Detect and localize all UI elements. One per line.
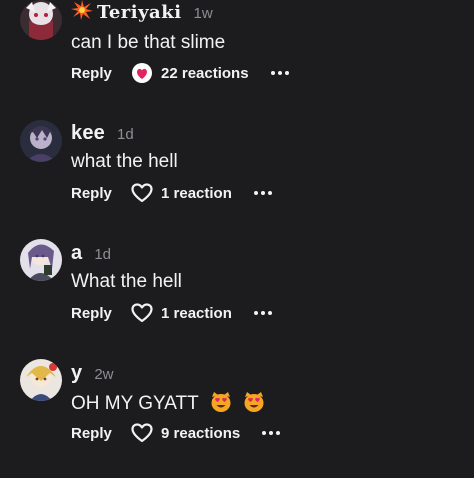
username[interactable]: kee bbox=[71, 122, 105, 145]
username[interactable]: a bbox=[71, 242, 82, 265]
more-icon[interactable] bbox=[262, 431, 281, 435]
reply-button[interactable]: Reply bbox=[71, 185, 131, 202]
avatar[interactable] bbox=[20, 239, 62, 281]
reactions-count[interactable]: 1 reaction bbox=[161, 305, 232, 322]
sparkle-icon bbox=[71, 0, 93, 25]
more-icon[interactable] bbox=[253, 311, 272, 315]
comment-text: What the hell bbox=[71, 271, 182, 292]
username[interactable]: Teriyaki bbox=[71, 0, 182, 25]
avatar[interactable] bbox=[20, 0, 62, 40]
timestamp: 2w bbox=[94, 366, 114, 383]
heart-eyes-cat-emoji bbox=[243, 391, 265, 413]
comment-actions: Reply 22 reactions bbox=[71, 62, 289, 84]
comment-text: what the hell bbox=[71, 151, 178, 172]
reactions-count[interactable]: 9 reactions bbox=[161, 425, 240, 442]
username-text: Teriyaki bbox=[97, 2, 182, 23]
comment-item: a 1d What the hell Reply 1 reaction bbox=[0, 238, 474, 358]
more-icon[interactable] bbox=[270, 71, 289, 75]
comment-text: can I be that slime bbox=[71, 32, 226, 53]
comment-item: y 2w OH MY GYATT Reply 9 reactions bbox=[0, 358, 474, 478]
more-icon[interactable] bbox=[253, 191, 272, 195]
reactions-count[interactable]: 22 reactions bbox=[161, 65, 249, 82]
comment-item: kee 1d what the hell Reply 1 reaction bbox=[0, 118, 474, 238]
heart-outline-icon[interactable] bbox=[131, 422, 153, 444]
timestamp: 1d bbox=[94, 246, 112, 263]
timestamp: 1w bbox=[193, 5, 213, 22]
timestamp: 1d bbox=[116, 126, 134, 143]
comment-actions: Reply 1 reaction bbox=[71, 182, 272, 204]
comment-text-content: OH MY GYATT bbox=[71, 393, 199, 414]
reply-button[interactable]: Reply bbox=[71, 65, 131, 82]
heart-eyes-cat-emoji bbox=[210, 391, 232, 413]
reply-button[interactable]: Reply bbox=[71, 425, 131, 442]
heart-face-icon[interactable] bbox=[131, 62, 153, 84]
comment-actions: Reply 9 reactions bbox=[71, 422, 281, 444]
reply-button[interactable]: Reply bbox=[71, 305, 131, 322]
heart-outline-icon[interactable] bbox=[131, 302, 153, 324]
comment-actions: Reply 1 reaction bbox=[71, 302, 272, 324]
comment-header: kee 1d bbox=[71, 122, 134, 145]
heart-outline-icon[interactable] bbox=[131, 182, 153, 204]
comment-header: a 1d bbox=[71, 242, 111, 265]
reactions-count[interactable]: 1 reaction bbox=[161, 185, 232, 202]
comment-item: Teriyaki 1w can I be that slime Reply 22… bbox=[0, 0, 474, 120]
comment-text: OH MY GYATT bbox=[71, 391, 265, 415]
comment-header: y 2w bbox=[71, 362, 114, 385]
avatar[interactable] bbox=[20, 120, 62, 162]
comment-header: Teriyaki 1w bbox=[71, 0, 213, 25]
username[interactable]: y bbox=[71, 362, 82, 385]
avatar[interactable] bbox=[20, 359, 62, 401]
